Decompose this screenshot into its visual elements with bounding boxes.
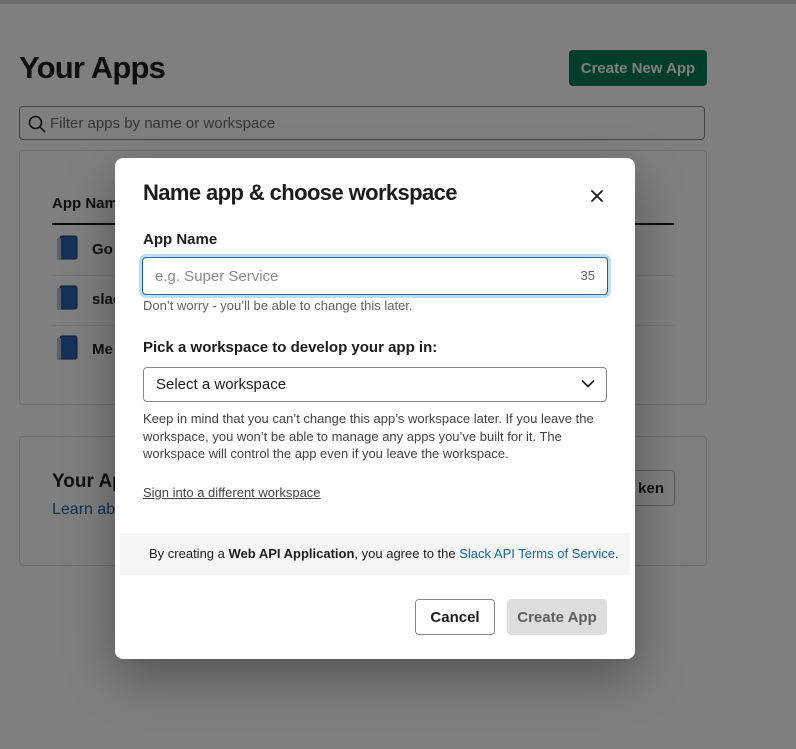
workspace-note: Keep in mind that you can’t change this … [143,411,594,461]
close-icon [591,190,603,202]
workspace-select-value: Select a workspace [156,376,287,393]
terms-app-type: Web API Application [228,546,355,561]
terms-text: By creating a Web API Application, you a… [149,546,619,561]
app-name-input[interactable] [155,258,555,294]
close-button[interactable] [583,182,611,210]
chevron-down-icon [581,380,595,388]
workspace-select[interactable]: Select a workspace [143,367,607,402]
terms-of-service-link[interactable]: Slack API Terms of Service [459,546,615,561]
workspace-label: Pick a workspace to develop your app in: [143,339,438,356]
create-app-button[interactable]: Create App [507,599,607,635]
sign-in-different-workspace-link[interactable]: Sign into a different workspace [143,485,321,500]
create-app-dialog: Name app & choose workspace App Name 35 … [115,158,635,659]
app-name-field: 35 [142,257,608,295]
app-name-hint: Don’t worry - you’ll be able to change t… [143,298,413,313]
app-name-label: App Name [143,231,218,248]
char-count: 35 [580,268,595,283]
cancel-button[interactable]: Cancel [415,599,495,635]
terms-suffix: . [615,546,619,561]
terms-notice: By creating a Web API Application, you a… [120,533,630,575]
dialog-title: Name app & choose workspace [143,180,458,205]
terms-middle: , you agree to the [354,546,460,561]
terms-prefix: By creating a [149,546,229,561]
